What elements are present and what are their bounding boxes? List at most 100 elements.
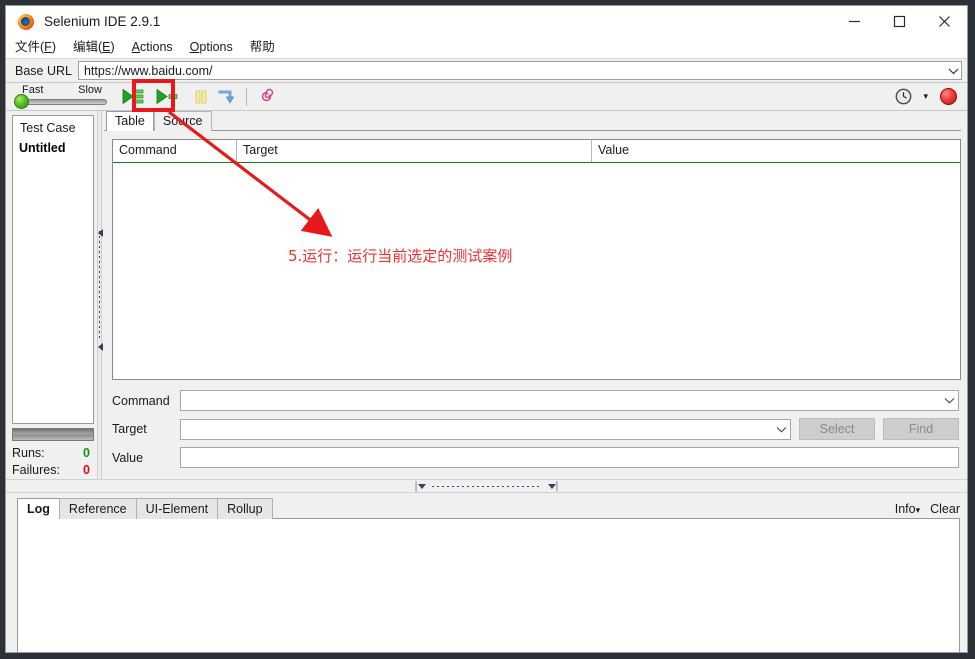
close-button[interactable] — [922, 6, 967, 37]
menu-actions-post: ctions — [140, 40, 173, 54]
selenium-ide-window: Selenium IDE 2.9.1 文件(F) 编辑(E) Actions O… — [5, 5, 968, 653]
menu-file-key: F — [44, 40, 52, 54]
command-form: Command Target Select Find Value — [104, 380, 961, 479]
run-progress-bar — [12, 428, 94, 441]
log-level-label: Info — [894, 502, 916, 516]
horizontal-splitter[interactable]: | | — [6, 479, 967, 493]
command-input[interactable] — [180, 390, 959, 411]
chevron-down-icon[interactable]: ▾ — [923, 91, 928, 102]
tab-reference[interactable]: Reference — [58, 498, 137, 519]
maximize-button[interactable] — [877, 6, 922, 37]
tab-rollup[interactable]: Rollup — [217, 498, 273, 519]
value-input[interactable] — [180, 447, 959, 468]
clock-icon[interactable] — [890, 86, 916, 108]
tab-ui-element[interactable]: UI-Element — [135, 498, 219, 519]
menu-item-help[interactable]: 帮助 — [250, 37, 284, 58]
menu-bar: 文件(F) 编辑(E) Actions Options 帮助 — [6, 37, 967, 59]
base-url-label: Base URL — [15, 63, 72, 78]
target-field-label: Target — [112, 422, 147, 436]
menu-file-pre: 文件( — [15, 40, 45, 54]
record-button-icon[interactable] — [940, 88, 957, 105]
tab-table[interactable]: Table — [106, 111, 154, 131]
command-field-label: Command — [112, 393, 170, 408]
splitter-collapse-down-icon[interactable] — [547, 483, 556, 489]
select-button[interactable]: Select — [799, 418, 875, 440]
menu-edit-post: ) — [110, 40, 115, 54]
command-table[interactable]: Command Target Value — [112, 139, 961, 380]
menu-help-pre: 帮助 — [249, 40, 275, 54]
menu-options-key: O — [189, 40, 200, 54]
find-button[interactable]: Find — [883, 418, 959, 440]
speed-slider-knob[interactable] — [14, 94, 29, 109]
failures-value: 0 — [83, 463, 90, 477]
runs-stat-row: Runs: 0 — [12, 445, 94, 462]
menu-options-post: ptions — [199, 40, 233, 54]
pause-resume-button — [188, 86, 214, 108]
window-controls — [832, 6, 967, 37]
log-tab-bar: Log Reference UI-Element Rollup Info▾ Cl… — [17, 497, 960, 519]
clear-log-button[interactable]: Clear — [930, 502, 960, 516]
column-header-value[interactable]: Value — [592, 140, 960, 162]
test-case-list[interactable]: Test Case Untitled — [12, 115, 94, 424]
play-current-test-case-button[interactable] — [154, 86, 180, 108]
menu-edit-key: E — [102, 40, 111, 54]
minimize-button[interactable] — [832, 6, 877, 37]
log-output[interactable] — [17, 519, 960, 652]
menu-actions-key: A — [131, 40, 141, 54]
splitter-collapse-up-icon[interactable] — [417, 483, 426, 489]
menu-item-actions[interactable]: Actions — [132, 37, 182, 58]
horizontal-splitter-grip — [431, 485, 542, 487]
target-input[interactable] — [180, 418, 791, 440]
target-form-row: Target Select Find — [112, 418, 959, 440]
editor-body: Test Case Untitled Runs: 0 Failures: 0 T… — [6, 111, 967, 479]
test-case-pane-header: Test Case — [20, 121, 76, 135]
toolbar-right-group: ▾ — [890, 86, 967, 108]
vertical-splitter[interactable] — [94, 111, 104, 479]
log-panel: Log Reference UI-Element Rollup Info▾ Cl… — [6, 493, 967, 652]
chevron-down-icon[interactable] — [940, 397, 958, 404]
menu-item-file[interactable]: 文件(F) — [15, 37, 65, 58]
base-url-input[interactable]: https://www.baidu.com/ — [79, 64, 945, 78]
command-editor-pane: Table Source Command Target Value Comman… — [104, 111, 967, 479]
value-form-row: Value — [112, 447, 959, 468]
speed-slider-track[interactable] — [17, 99, 107, 105]
command-table-header: Command Target Value — [113, 140, 960, 163]
column-header-command[interactable]: Command — [113, 140, 237, 162]
window-title: Selenium IDE 2.9.1 — [44, 14, 161, 29]
value-field-label: Value — [112, 450, 144, 465]
runs-value: 0 — [83, 446, 90, 460]
tab-log[interactable]: Log — [17, 498, 60, 519]
play-entire-suite-button[interactable] — [120, 86, 146, 108]
chevron-down-icon[interactable]: ▾ — [916, 505, 921, 515]
speed-slider-labels: Fast Slow — [14, 84, 110, 96]
main-toolbar: Fast Slow ▾ — [6, 83, 967, 111]
title-bar: Selenium IDE 2.9.1 — [6, 6, 967, 37]
speed-slider[interactable]: Fast Slow — [14, 83, 110, 110]
tab-source[interactable]: Source — [153, 111, 212, 131]
splitter-grip-dots — [98, 231, 100, 341]
rollup-spiral-icon[interactable] — [253, 86, 279, 108]
splitter-collapse-right-icon[interactable] — [97, 343, 103, 351]
chevron-down-icon[interactable] — [945, 67, 961, 75]
menu-item-options[interactable]: Options — [190, 37, 242, 58]
failures-stat-row: Failures: 0 — [12, 462, 94, 479]
editor-tab-bar: Table Source — [104, 111, 961, 131]
step-button[interactable] — [214, 86, 240, 108]
menu-file-post: ) — [51, 40, 56, 54]
speed-slow-label: Slow — [78, 84, 102, 96]
splitter-edge-right: | — [555, 479, 559, 492]
menu-item-edit[interactable]: 编辑(E) — [73, 37, 124, 58]
base-url-combo[interactable]: https://www.baidu.com/ — [77, 61, 962, 80]
runs-label: Runs: — [12, 446, 45, 460]
test-case-item-untitled[interactable]: Untitled — [17, 141, 93, 155]
column-header-target[interactable]: Target — [237, 140, 592, 162]
firefox-icon — [18, 13, 34, 30]
chevron-down-icon[interactable] — [772, 426, 790, 433]
command-form-row: Command — [112, 390, 959, 411]
vertical-splitter-bar[interactable] — [96, 111, 103, 479]
toolbar-separator — [246, 87, 247, 106]
test-case-pane: Test Case Untitled Runs: 0 Failures: 0 — [6, 111, 94, 479]
log-level-dropdown[interactable]: Info▾ — [895, 502, 920, 516]
command-table-body[interactable] — [113, 163, 960, 379]
base-url-row: Base URL https://www.baidu.com/ — [6, 59, 967, 83]
